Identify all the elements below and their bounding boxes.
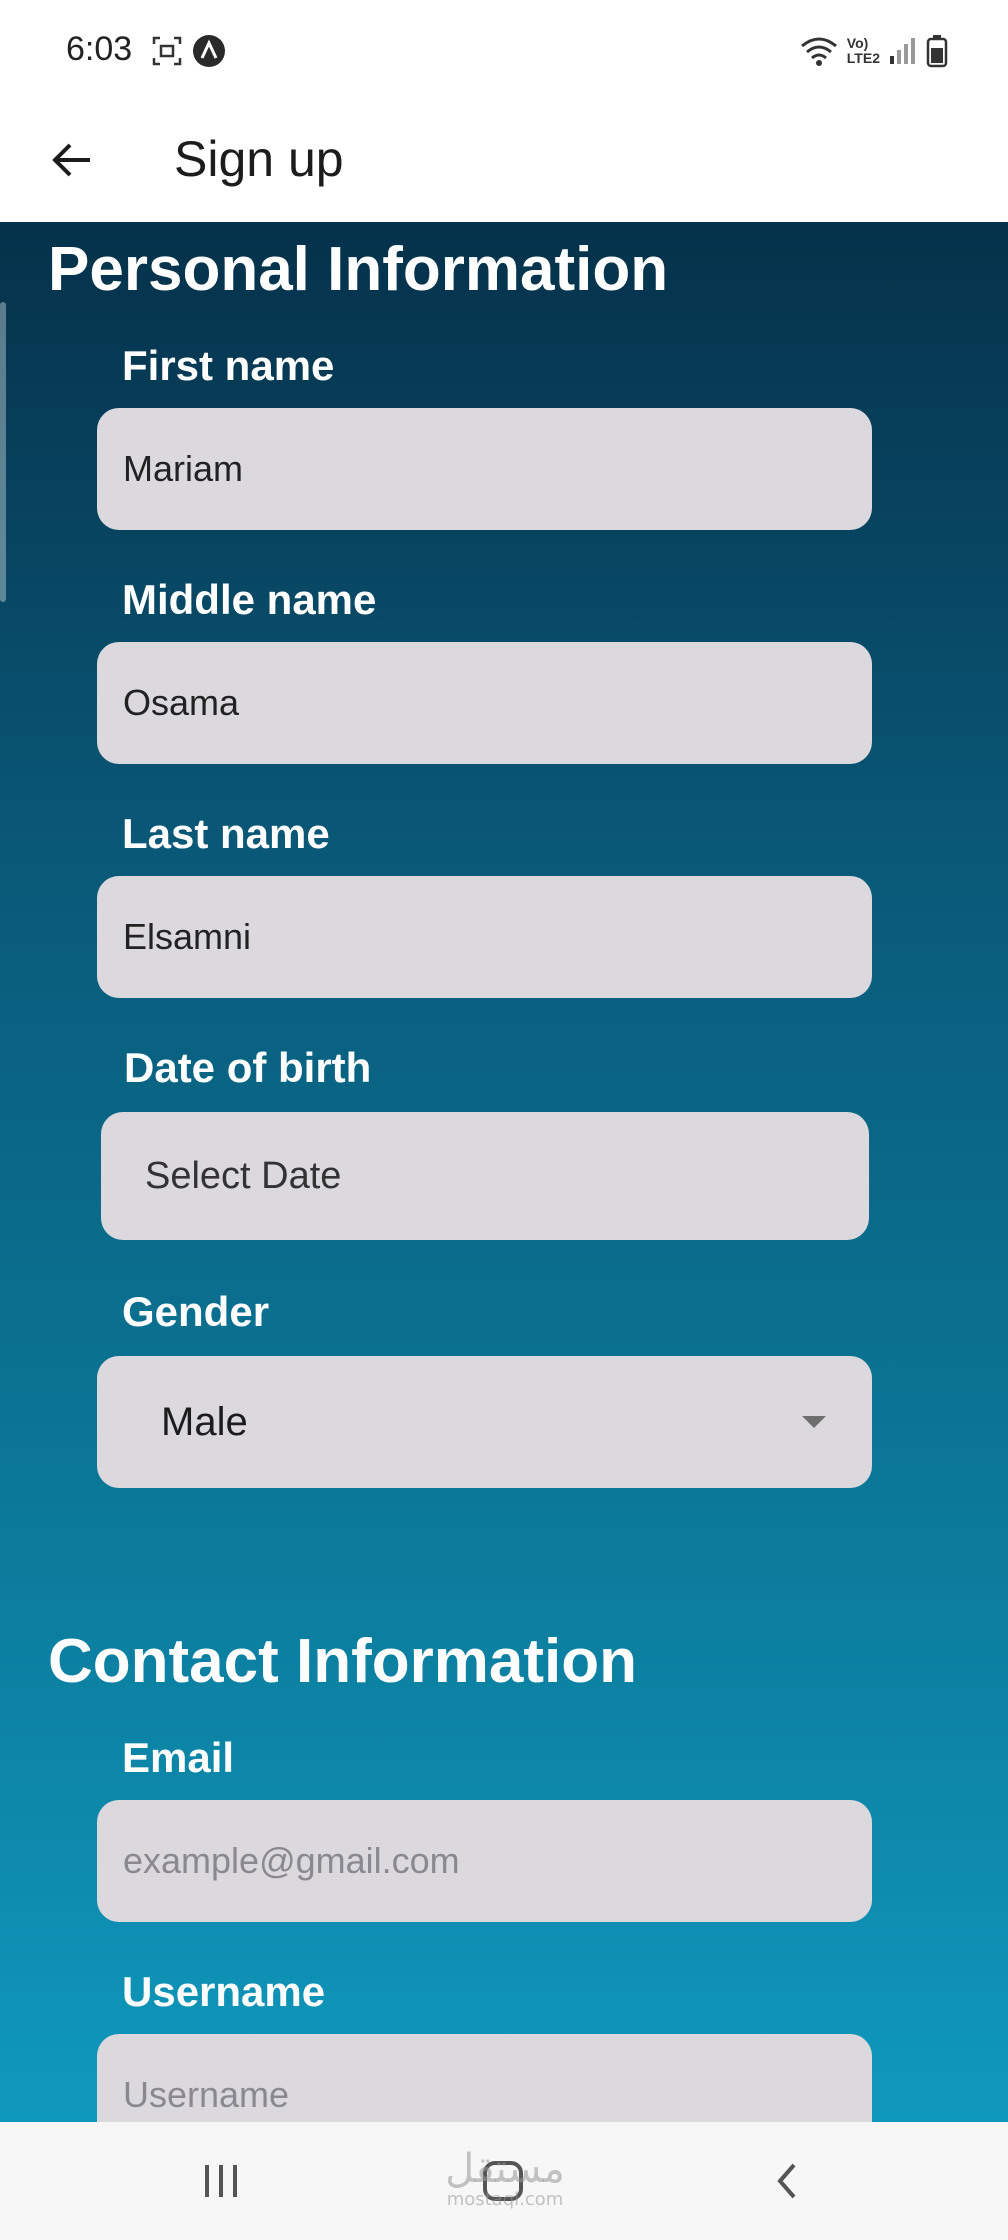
- gender-select[interactable]: Male: [97, 1356, 872, 1488]
- recent-apps-icon: [205, 2165, 237, 2197]
- email-input[interactable]: [97, 1800, 872, 1922]
- date-of-birth-label: Date of birth: [124, 1044, 372, 1091]
- username-field[interactable]: [97, 2034, 872, 2122]
- system-nav-bar: مستقل mostaql.com: [0, 2122, 1008, 2240]
- email-field[interactable]: [97, 1800, 872, 1922]
- recent-apps-button[interactable]: [186, 2150, 256, 2212]
- back-button[interactable]: [40, 128, 104, 192]
- first-name-input[interactable]: [97, 408, 872, 530]
- last-name-input[interactable]: [97, 876, 872, 998]
- scroll-indicator[interactable]: [0, 302, 6, 602]
- date-of-birth-value: Select Date: [145, 1154, 342, 1197]
- signup-form: Personal Information First name Middle n…: [0, 222, 1008, 2122]
- first-name-label: First name: [122, 342, 335, 389]
- lte-label: LTE2: [846, 50, 880, 66]
- battery-icon: [926, 35, 948, 68]
- page-title: Sign up: [174, 131, 344, 187]
- gender-label: Gender: [122, 1288, 270, 1335]
- watermark-url: mostaql.com: [446, 2189, 564, 2210]
- watermark: مستقل mostaql.com: [440, 2148, 570, 2210]
- status-bar: 6:03 Vo) LTE2: [0, 0, 1008, 100]
- volte-lte-indicator: Vo) LTE2: [847, 36, 880, 66]
- email-label: Email: [122, 1734, 235, 1781]
- last-name-field[interactable]: [97, 876, 872, 998]
- username-input[interactable]: [97, 2034, 872, 2122]
- status-right-icons: Vo) LTE2: [799, 32, 948, 70]
- dropdown-arrow-icon: [802, 1416, 826, 1428]
- screenshot-icon: [152, 36, 182, 66]
- arrow-left-icon: [52, 143, 90, 177]
- chevron-left-icon: [777, 2163, 796, 2199]
- middle-name-label: Middle name: [122, 576, 377, 623]
- system-back-button[interactable]: [752, 2150, 822, 2212]
- middle-name-input[interactable]: [97, 642, 872, 764]
- section-title-contact: Contact Information: [48, 1627, 637, 1696]
- signal-icon: [890, 38, 915, 64]
- section-title-personal: Personal Information: [48, 235, 669, 304]
- date-of-birth-picker[interactable]: Select Date: [101, 1112, 869, 1240]
- gender-selected-value: Male: [161, 1399, 248, 1444]
- wifi-icon: [800, 37, 837, 66]
- middle-name-field[interactable]: [97, 642, 872, 764]
- username-label: Username: [122, 1968, 326, 2015]
- status-time: 6:03: [66, 30, 133, 68]
- app-notification-icon: [193, 35, 225, 67]
- volte-label: Vo): [846, 35, 869, 51]
- last-name-label: Last name: [122, 810, 330, 857]
- watermark-logo-text: مستقل: [445, 2146, 565, 2192]
- first-name-field[interactable]: [97, 408, 872, 530]
- app-bar: Sign up: [0, 100, 1008, 222]
